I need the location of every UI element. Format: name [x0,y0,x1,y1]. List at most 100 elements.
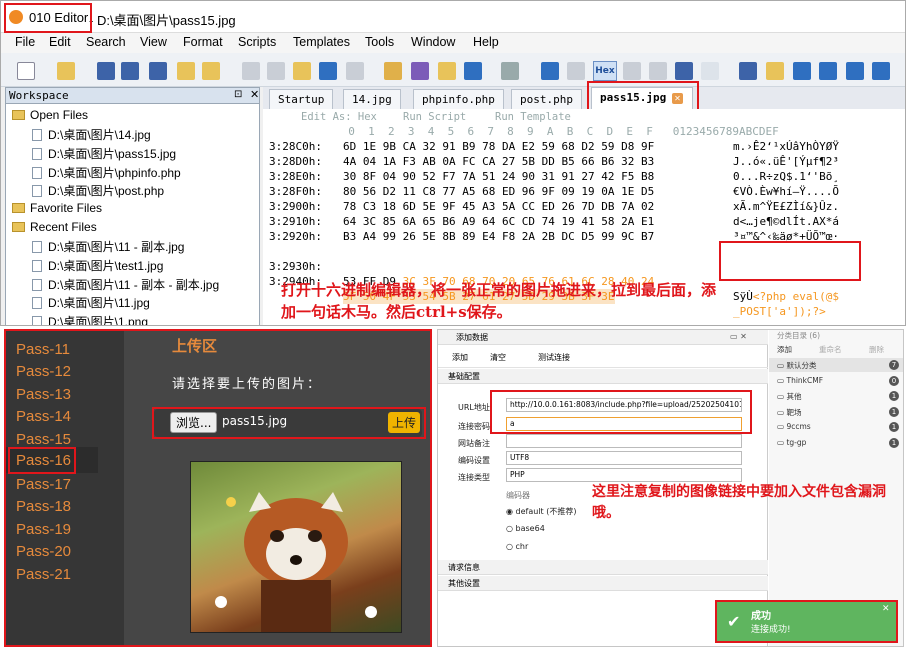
tab-close-icon[interactable]: ✕ [672,93,683,104]
note-input[interactable] [506,434,742,448]
tools-icon[interactable] [819,62,837,80]
edit-as-dropdown[interactable]: Edit As: Hex [301,109,377,125]
paste-icon[interactable] [293,62,311,80]
category-item[interactable]: ▭ tg-gp 1 [769,436,903,450]
category-item[interactable]: ▭ 其他 1 [769,389,903,403]
menu-help[interactable]: Help [473,35,499,49]
nav-pass-16[interactable]: Pass-16 [16,452,71,469]
menu-bar: File Edit Search View Format Scripts Tem… [1,33,905,53]
replace-icon[interactable] [411,62,429,80]
recent-file-item[interactable]: D:\桌面\图片\1.png [32,313,148,325]
side-add-button[interactable]: 添加 [777,344,792,355]
menu-scripts[interactable]: Scripts [238,35,276,49]
run-template-dropdown[interactable]: Run Template [495,109,571,125]
save-icon[interactable] [97,62,115,80]
new-file-icon[interactable] [17,62,35,80]
histogram-icon[interactable] [846,62,864,80]
nav-pass-11[interactable]: Pass-11 [16,341,70,358]
pin-icon[interactable]: ⊡ [234,89,242,100]
settings-icon[interactable] [872,62,890,80]
binary-icon[interactable] [701,62,719,80]
category-item[interactable]: ▭ 默认分类 7 [769,358,903,372]
template-icon[interactable] [202,62,220,80]
cut-icon[interactable] [242,62,260,80]
calculator-icon[interactable] [739,62,757,80]
menu-search[interactable]: Search [86,35,126,49]
side-rename-button[interactable]: 重命名 [819,344,842,355]
open-files-node[interactable]: Open Files [12,108,88,122]
favorite-files-node[interactable]: Favorite Files [12,201,102,215]
save-as-icon[interactable] [121,62,139,80]
recent-files-node[interactable]: Recent Files [12,220,97,234]
category-item[interactable]: ▭ 9ccms 1 [769,420,903,434]
file-item[interactable]: D:\桌面\图片\phpinfo.php [32,164,181,181]
clear-button[interactable]: 清空 [490,352,506,363]
tab-phpinfo[interactable]: phpinfo.php [413,89,504,109]
side-delete-button[interactable]: 删除 [869,344,884,355]
find-icon[interactable] [384,62,402,80]
menu-tools[interactable]: Tools [365,35,394,49]
menu-templates[interactable]: Templates [293,35,350,49]
recent-file-item[interactable]: D:\桌面\图片\11 - 副本.jpg [32,238,184,255]
file-item[interactable]: D:\桌面\图片\post.php [32,182,164,199]
copy-icon[interactable] [267,62,285,80]
inspector-icon[interactable] [766,62,784,80]
menu-format[interactable]: Format [183,35,223,49]
upload-button[interactable]: 上传 [388,412,421,433]
file-item[interactable]: D:\桌面\图片\14.jpg [32,126,151,143]
run-script-dropdown[interactable]: Run Script [403,109,466,125]
nav-pass-17[interactable]: Pass-17 [16,476,71,493]
print-icon[interactable] [501,62,519,80]
encoder-default[interactable]: ◉ default (不推荐) [506,506,576,517]
recent-file-item[interactable]: D:\桌面\图片\11 - 副本 - 副本.jpg [32,276,219,293]
hex-mode-icon[interactable]: Hex [593,61,617,81]
redo-icon[interactable] [346,62,364,80]
category-item[interactable]: ▭ ThinkCMF 0 [769,374,903,388]
file-item[interactable]: D:\桌面\图片\pass15.jpg [32,145,176,162]
menu-window[interactable]: Window [411,35,455,49]
nav-pass-19[interactable]: Pass-19 [16,521,71,538]
recent-file-item[interactable]: D:\桌面\图片\11.jpg [32,294,150,311]
type-select[interactable]: PHP [506,468,742,482]
pilcrow-icon[interactable] [649,62,667,80]
category-item[interactable]: ▭ 靶场 1 [769,405,903,419]
toast-close-icon[interactable]: ✕ [882,604,890,614]
encoding-select[interactable]: UTF8 [506,451,742,465]
password-input[interactable]: a [506,417,742,431]
columns-icon[interactable] [675,62,693,80]
tab-14-jpg[interactable]: 14.jpg [343,89,401,109]
nav-pass-12[interactable]: Pass-12 [16,363,71,380]
hex-row: 3:28D0h: 4A 04 1A F3 AB 0A FC CA 27 5B DD… [269,155,839,168]
tab-post-php[interactable]: post.php [511,89,582,109]
browse-button[interactable]: 浏览... [170,412,218,433]
close-icon[interactable]: ✕ [250,88,259,101]
compare-icon[interactable] [793,62,811,80]
save-all-icon[interactable] [149,62,167,80]
nav-pass-14[interactable]: Pass-14 [16,408,71,425]
window-controls[interactable]: ▭ ✕ [730,332,747,341]
find-in-files-icon[interactable] [438,62,456,80]
url-input[interactable]: http://10.0.0.161:8083/include.php?file=… [506,398,742,412]
nav-pass-13[interactable]: Pass-13 [16,386,71,403]
nav-pass-21[interactable]: Pass-21 [16,566,71,583]
undo-icon[interactable] [319,62,337,80]
nav-pass-18[interactable]: Pass-18 [16,498,71,515]
test-connection-button[interactable]: 测试连接 [538,352,570,363]
menu-edit[interactable]: Edit [49,35,71,49]
title-bar: 010 Editor - D:\桌面\图片\pass15.jpg [1,1,905,33]
add-button[interactable]: 添加 [452,352,468,363]
menu-file[interactable]: File [15,35,35,49]
recent-file-item[interactable]: D:\桌面\图片\test1.jpg [32,257,163,274]
menu-view[interactable]: View [140,35,167,49]
encoder-chr[interactable]: ○ chr [506,542,528,551]
text-mode-icon[interactable] [623,62,641,80]
open-folder-icon[interactable] [177,62,195,80]
font-icon[interactable] [541,62,559,80]
encoder-base64[interactable]: ○ base64 [506,524,545,533]
open-icon[interactable] [57,62,75,80]
goto-icon[interactable] [464,62,482,80]
tab-startup[interactable]: Startup [269,89,334,109]
highlight-icon[interactable] [567,62,585,80]
nav-pass-15[interactable]: Pass-15 [16,431,71,448]
nav-pass-20[interactable]: Pass-20 [16,543,71,560]
